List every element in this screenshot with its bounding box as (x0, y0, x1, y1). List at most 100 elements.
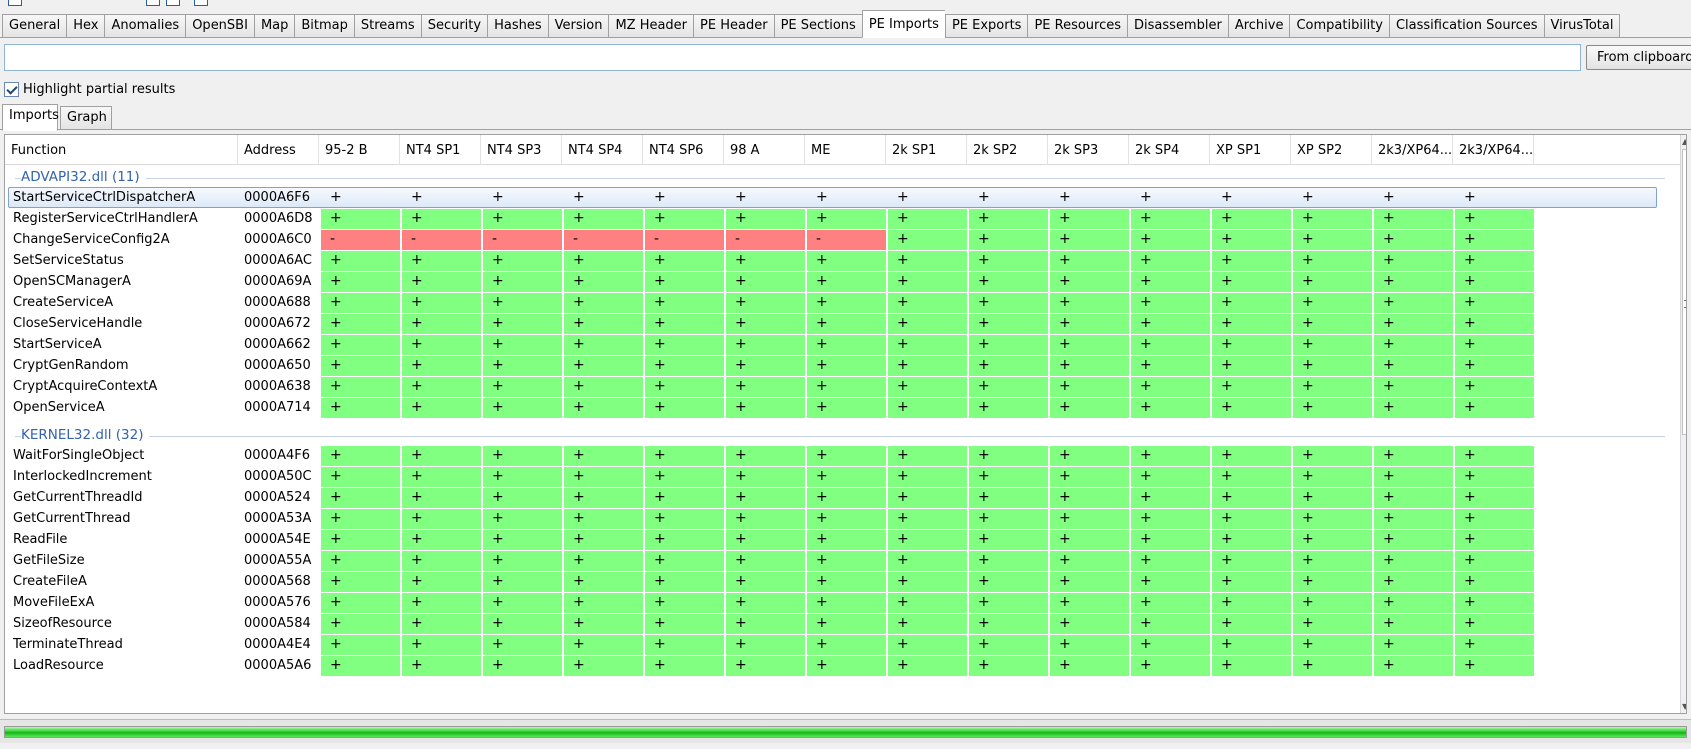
scroll-down-icon[interactable]: ▼ (1682, 702, 1686, 711)
column-header[interactable]: Function (5, 135, 238, 165)
table-row[interactable]: ReadFile 0000A54E + + + + + + + + + + + + + + + (5, 529, 1665, 551)
supported-cell: + (888, 209, 967, 229)
tab-virustotal[interactable]: VirusTotal (1543, 14, 1621, 38)
supported-cell: + (645, 614, 724, 634)
table-row[interactable]: CreateFileA 0000A568 + + + + + + + + + + + + + + + (5, 571, 1665, 593)
table-row[interactable]: SizeofResource 0000A584 + + + + + + + + + + + + + + + (5, 613, 1665, 635)
table-row[interactable]: ChangeServiceConfig2A 0000A6C0- - - - - - - + + + +… (5, 229, 1665, 251)
highlight-checkbox[interactable] (4, 81, 19, 97)
supported-cell: + (483, 293, 562, 313)
tab-graph[interactable]: Graph (60, 106, 112, 130)
tab-security[interactable]: Security (420, 14, 488, 38)
tab-pe-imports[interactable]: PE Imports (861, 10, 945, 38)
copy-icon[interactable] (146, 0, 160, 6)
supported-cell: + (1131, 314, 1210, 334)
column-header[interactable]: Address (238, 135, 319, 165)
scroll-up-icon[interactable]: ▲ (1682, 137, 1686, 146)
table-row[interactable]: GetCurrentThread 0000A53A + + + + + + + + + + + + + + + (5, 508, 1665, 530)
supported-cell: + (1131, 272, 1210, 292)
table-row[interactable]: GetFileSize 0000A55A + + + + + + + + + + + + + + + (5, 550, 1665, 572)
supported-cell: + (1050, 293, 1129, 313)
table-row[interactable]: RegisterServiceCtrlHandlerA 0000A6D8 + + + + +… (5, 208, 1665, 230)
tab-version[interactable]: Version (547, 14, 609, 38)
supported-cell: + (1374, 656, 1453, 676)
supported-cell: + (735, 189, 747, 205)
tab-pe-exports[interactable]: PE Exports (944, 14, 1028, 38)
tab-pe-resources[interactable]: PE Resources (1027, 14, 1128, 38)
column-header[interactable]: NT4 SP4 (562, 135, 643, 165)
tab-map[interactable]: Map (253, 14, 295, 38)
group-header[interactable]: ADVAPI32.dll (11) (5, 166, 1665, 188)
vertical-scrollbar[interactable]: ▲ ▼ (1680, 135, 1686, 713)
supported-cell: + (726, 551, 805, 571)
column-header[interactable]: NT4 SP6 (643, 135, 724, 165)
tab-general[interactable]: General (2, 14, 67, 38)
table-row[interactable]: OpenSCManagerA 0000A69A + + + + + + + + + + + + + + + (5, 271, 1665, 293)
function-name: CreateFileA (13, 574, 87, 589)
tab-streams[interactable]: Streams (353, 14, 421, 38)
column-header[interactable]: XP SP2 (1291, 135, 1372, 165)
column-header[interactable]: 95-2 B (319, 135, 400, 165)
tab-anomalies[interactable]: Anomalies (104, 14, 186, 38)
group-header[interactable]: KERNEL32.dll (32) (5, 424, 1665, 446)
supported-cell: + (1374, 635, 1453, 655)
column-header[interactable]: NT4 SP1 (400, 135, 481, 165)
supported-cell: + (888, 467, 967, 487)
supported-cell: + (807, 593, 886, 613)
supported-cell: + (483, 209, 562, 229)
table-row[interactable]: StartServiceA 0000A662 + + + + + + + + + + + + + + + (5, 334, 1665, 356)
supported-cell: + (654, 189, 666, 205)
tab-opensbi[interactable]: OpenSBI (185, 14, 254, 38)
table-row[interactable]: CryptAcquireContextA 0000A638 + + + + + + + + + + + +… (5, 376, 1665, 398)
clipboard-input[interactable] (4, 44, 1581, 71)
tab-bitmap[interactable]: Bitmap (294, 14, 354, 38)
tab-disassembler[interactable]: Disassembler (1127, 14, 1228, 38)
highlight-partial-toggle[interactable]: Highlight partial results (4, 81, 175, 97)
supported-cell: + (1293, 209, 1372, 229)
function-name: InterlockedIncrement (13, 469, 152, 484)
window-icon[interactable] (194, 0, 208, 6)
table-row[interactable]: CryptGenRandom 0000A650 + + + + + + + + + + + + + + + (5, 355, 1665, 377)
table-row[interactable]: StartServiceCtrlDispatcherA 0000A6F6 + + + + +… (5, 187, 1665, 209)
tab-hex[interactable]: Hex (66, 14, 105, 38)
table-row[interactable]: CloseServiceHandle 0000A672 + + + + + + + + + + + + + +… (5, 313, 1665, 335)
column-header[interactable]: 2k SP3 (1048, 135, 1129, 165)
column-header[interactable]: ME (805, 135, 886, 165)
tab-classification-sources[interactable]: Classification Sources (1388, 14, 1544, 38)
from-clipboard-button[interactable]: From clipboard (1586, 45, 1691, 70)
scrollbar-thumb[interactable] (1682, 149, 1686, 435)
paste-icon[interactable] (166, 0, 180, 6)
tab-pe-sections[interactable]: PE Sections (773, 14, 862, 38)
supported-cell: + (969, 530, 1048, 550)
tab-compatibility[interactable]: Compatibility (1289, 14, 1389, 38)
column-header[interactable]: 2k SP4 (1129, 135, 1210, 165)
column-header[interactable]: 2k3/XP64... (1453, 135, 1534, 165)
column-header[interactable]: XP SP1 (1210, 135, 1291, 165)
open-icon[interactable] (8, 0, 22, 6)
table-row[interactable]: TerminateThread 0000A4E4 + + + + + + + + + + + + + + + (5, 634, 1665, 656)
table-row[interactable]: GetCurrentThreadId 0000A524 + + + + + + + + + + + + + +… (5, 487, 1665, 509)
supported-cell: + (1455, 272, 1534, 292)
tab-pe-header[interactable]: PE Header (693, 14, 774, 38)
supported-cell: + (1131, 398, 1210, 418)
table-row[interactable]: WaitForSingleObject 0000A4F6 + + + + + + + + + + + + +… (5, 445, 1665, 467)
tab-archive[interactable]: Archive (1227, 14, 1290, 38)
supported-cell: + (564, 530, 643, 550)
table-row[interactable]: LoadResource 0000A5A6 + + + + + + + + + + + + + + + (5, 655, 1665, 677)
tab-mz-header[interactable]: MZ Header (608, 14, 694, 38)
column-header[interactable]: 2k SP2 (967, 135, 1048, 165)
table-row[interactable]: MoveFileExA 0000A576 + + + + + + + + + + + + + + + (5, 592, 1665, 614)
tab-hashes[interactable]: Hashes (487, 14, 548, 38)
group-divider (15, 436, 1665, 437)
column-header[interactable]: NT4 SP3 (481, 135, 562, 165)
table-row[interactable]: SetServiceStatus 0000A6AC + + + + + + + + + + + + + + + (5, 250, 1665, 272)
supported-cell: + (411, 189, 423, 205)
table-row[interactable]: OpenServiceA 0000A714 + + + + + + + + + + + + + + + (5, 397, 1665, 419)
column-header[interactable]: 2k SP1 (886, 135, 967, 165)
column-header[interactable]: 2k3/XP64... (1372, 135, 1453, 165)
table-row[interactable]: CreateServiceA 0000A688 + + + + + + + + + + + + + + + (5, 292, 1665, 314)
table-row[interactable]: InterlockedIncrement 0000A50C + + + + + + + + + + + +… (5, 466, 1665, 488)
supported-cell: + (726, 293, 805, 313)
tab-imports[interactable]: Imports (2, 104, 59, 131)
column-header[interactable]: 98 A (724, 135, 805, 165)
